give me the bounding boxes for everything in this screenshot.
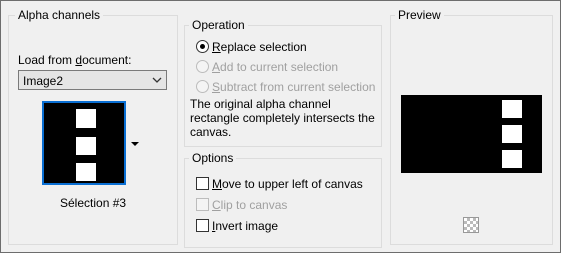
triangle-down-icon[interactable]	[128, 137, 142, 151]
add-to-selection-label[interactable]: Add to current selection	[212, 60, 338, 74]
subtract-from-selection-radio[interactable]	[196, 80, 209, 93]
options-title: Options	[189, 151, 237, 165]
clip-to-canvas-label[interactable]: Clip to canvas	[212, 198, 287, 212]
preview-white-block	[502, 125, 522, 143]
preview-white-block	[502, 100, 522, 118]
thumb-white-block	[76, 137, 96, 155]
thumb-white-block	[76, 109, 96, 128]
document-select[interactable]: Image2	[18, 70, 167, 90]
operation-title: Operation	[189, 18, 248, 32]
alpha-channels-title: Alpha channels	[15, 8, 104, 22]
replace-selection-label[interactable]: Replace selection	[212, 40, 307, 54]
move-to-upper-left-checkbox[interactable]	[196, 177, 209, 190]
document-select-value: Image2	[23, 74, 64, 88]
subtract-from-selection-label[interactable]: Subtract from current selection	[212, 80, 375, 94]
thumb-white-block	[76, 163, 96, 181]
preview-canvas	[401, 95, 542, 173]
invert-image-checkbox[interactable]	[196, 219, 209, 232]
load-from-document-label: Load from document:	[18, 53, 132, 67]
operation-info-text: The original alpha channel rectangle com…	[190, 97, 375, 139]
move-to-upper-left-label[interactable]: Move to upper left of canvas	[212, 177, 363, 191]
chevron-down-icon	[152, 77, 162, 83]
invert-image-label[interactable]: Invert image	[212, 219, 278, 233]
preview-title: Preview	[395, 8, 444, 22]
clip-to-canvas-checkbox[interactable]	[196, 198, 209, 211]
selection-name: Sélection #3	[60, 196, 127, 210]
preview-white-block	[502, 150, 522, 168]
alpha-channel-thumbnail[interactable]	[42, 101, 126, 185]
replace-selection-radio[interactable]	[196, 40, 209, 53]
checkerboard-icon[interactable]	[463, 217, 479, 233]
add-to-selection-radio[interactable]	[196, 60, 209, 73]
